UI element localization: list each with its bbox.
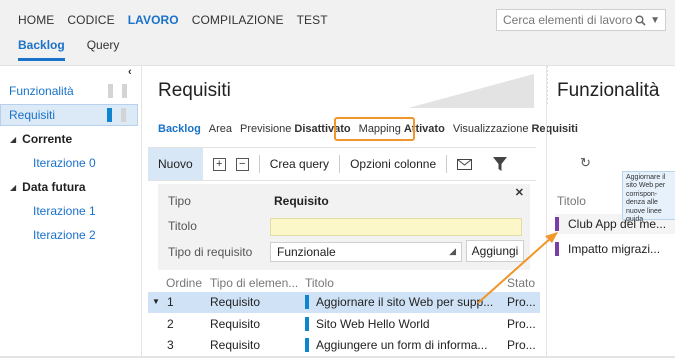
close-icon[interactable]: ✕ [515,186,524,199]
sidebar-item-funzionalita[interactable]: Funzionalità [0,80,138,102]
new-button[interactable]: Nuovo [148,148,203,180]
search-box[interactable]: Cerca elementi di lavoro ▼ [496,9,666,31]
nav-lavoro[interactable]: LAVORO [128,13,179,27]
requirement-color-bar [305,338,309,352]
feature-item[interactable]: Impatto migrazi... [555,239,675,259]
tab-query[interactable]: Query [87,38,120,61]
sidebar-group-corrente[interactable]: ◢ Corrente [0,128,138,150]
mail-icon[interactable] [457,158,473,170]
level-bar [122,84,127,98]
backlog-toolbar: Nuovo + − Crea query Opzioni colonne [148,147,536,181]
type-value: Requisito [274,194,329,208]
table-row[interactable]: ▼ 1 Requisito Aggiornare il sito Web per… [148,292,540,313]
filter-icon[interactable] [493,157,508,171]
mapping-title: Funzionalità [557,80,660,101]
collapse-left-icon[interactable]: ‹ [128,66,132,78]
mapping-pane: Funzionalità ↻ Titolo Club App del me...… [546,66,675,358]
requirement-color-bar [305,295,309,309]
col-titolo[interactable]: Titolo [305,276,334,290]
column-options-button[interactable]: Opzioni colonne [350,157,436,171]
sub-nav: Backlog Query [18,38,119,61]
view-backlog-link[interactable]: Backlog [158,123,201,135]
sidebar-item-requisiti[interactable]: Requisiti [0,104,138,126]
view-label: Visualizzazione [452,123,529,135]
requirement-type-label: Tipo di requisito [168,245,253,259]
level-bar [121,108,126,122]
search-input[interactable]: Cerca elementi di lavoro [503,13,635,27]
page-title: Requisiti [158,80,231,101]
search-icon[interactable] [635,15,646,26]
drag-tooltip: Aggiornare il sito Web per corrispon-den… [622,171,675,223]
title-label: Titolo [168,219,197,233]
col-stato[interactable]: Stato [507,276,535,290]
backlog-sidebar: ‹ Funzionalità Requisiti ◢ Corrente Iter… [0,66,142,358]
nav-codice[interactable]: CODICE [67,13,114,27]
feature-color-bar [555,242,559,256]
add-button[interactable]: Aggiungi [466,240,524,262]
sidebar-item-iterazione-1[interactable]: Iterazione 1 [0,200,138,222]
mapping-column-header: Titolo [557,194,586,208]
level-bar [107,108,112,122]
requirement-color-bar [305,317,309,331]
view-area-link[interactable]: Area [209,123,232,135]
feature-color-bar [555,217,559,231]
nav-home[interactable]: HOME [18,13,54,27]
expand-triangle-icon[interactable]: ◢ [10,135,16,144]
top-header: HOME CODICE LAVORO COMPILAZIONE TEST Cer… [0,0,675,66]
title-input[interactable] [270,218,522,236]
quick-add-form: ✕ Tipo Requisito Titolo Tipo di requisit… [158,184,530,270]
tab-backlog[interactable]: Backlog [18,38,65,61]
row-caret-icon[interactable]: ▼ [152,297,160,306]
velocity-chart[interactable] [408,74,534,108]
nav-compilazione[interactable]: COMPILAZIONE [192,13,284,27]
chevron-down-icon[interactable]: ▼ [650,15,660,26]
sidebar-item-iterazione-0[interactable]: Iterazione 0 [0,152,138,174]
requirement-type-select[interactable]: Funzionale ◢ [270,242,462,262]
table-row[interactable]: 2 Requisito Sito Web Hello World Pro... [148,314,540,335]
chevron-down-icon[interactable]: ◢ [449,246,456,257]
nav-test[interactable]: TEST [297,13,328,27]
create-query-button[interactable]: Crea query [270,157,329,171]
backlog-panel: Requisiti Backlog Area Previsione Disatt… [148,66,578,358]
type-label: Tipo [168,194,191,208]
table-row[interactable]: 3 Requisito Aggiungere un form di inform… [148,335,540,356]
mapping-highlight [334,117,415,141]
col-ordine[interactable]: Ordine [166,276,202,290]
preview-label: Previsione [240,123,292,135]
col-tipo[interactable]: Tipo di elemen... [210,276,298,290]
main-nav: HOME CODICE LAVORO COMPILAZIONE TEST [18,13,328,27]
collapse-all-icon[interactable]: − [235,157,249,171]
sidebar-group-data-futura[interactable]: ◢ Data futura [0,176,138,198]
refresh-icon[interactable]: ↻ [580,155,591,171]
sidebar-item-iterazione-2[interactable]: Iterazione 2 [0,224,138,246]
expand-triangle-icon[interactable]: ◢ [10,183,16,192]
level-bar [108,84,113,98]
expand-all-icon[interactable]: + [212,157,226,171]
